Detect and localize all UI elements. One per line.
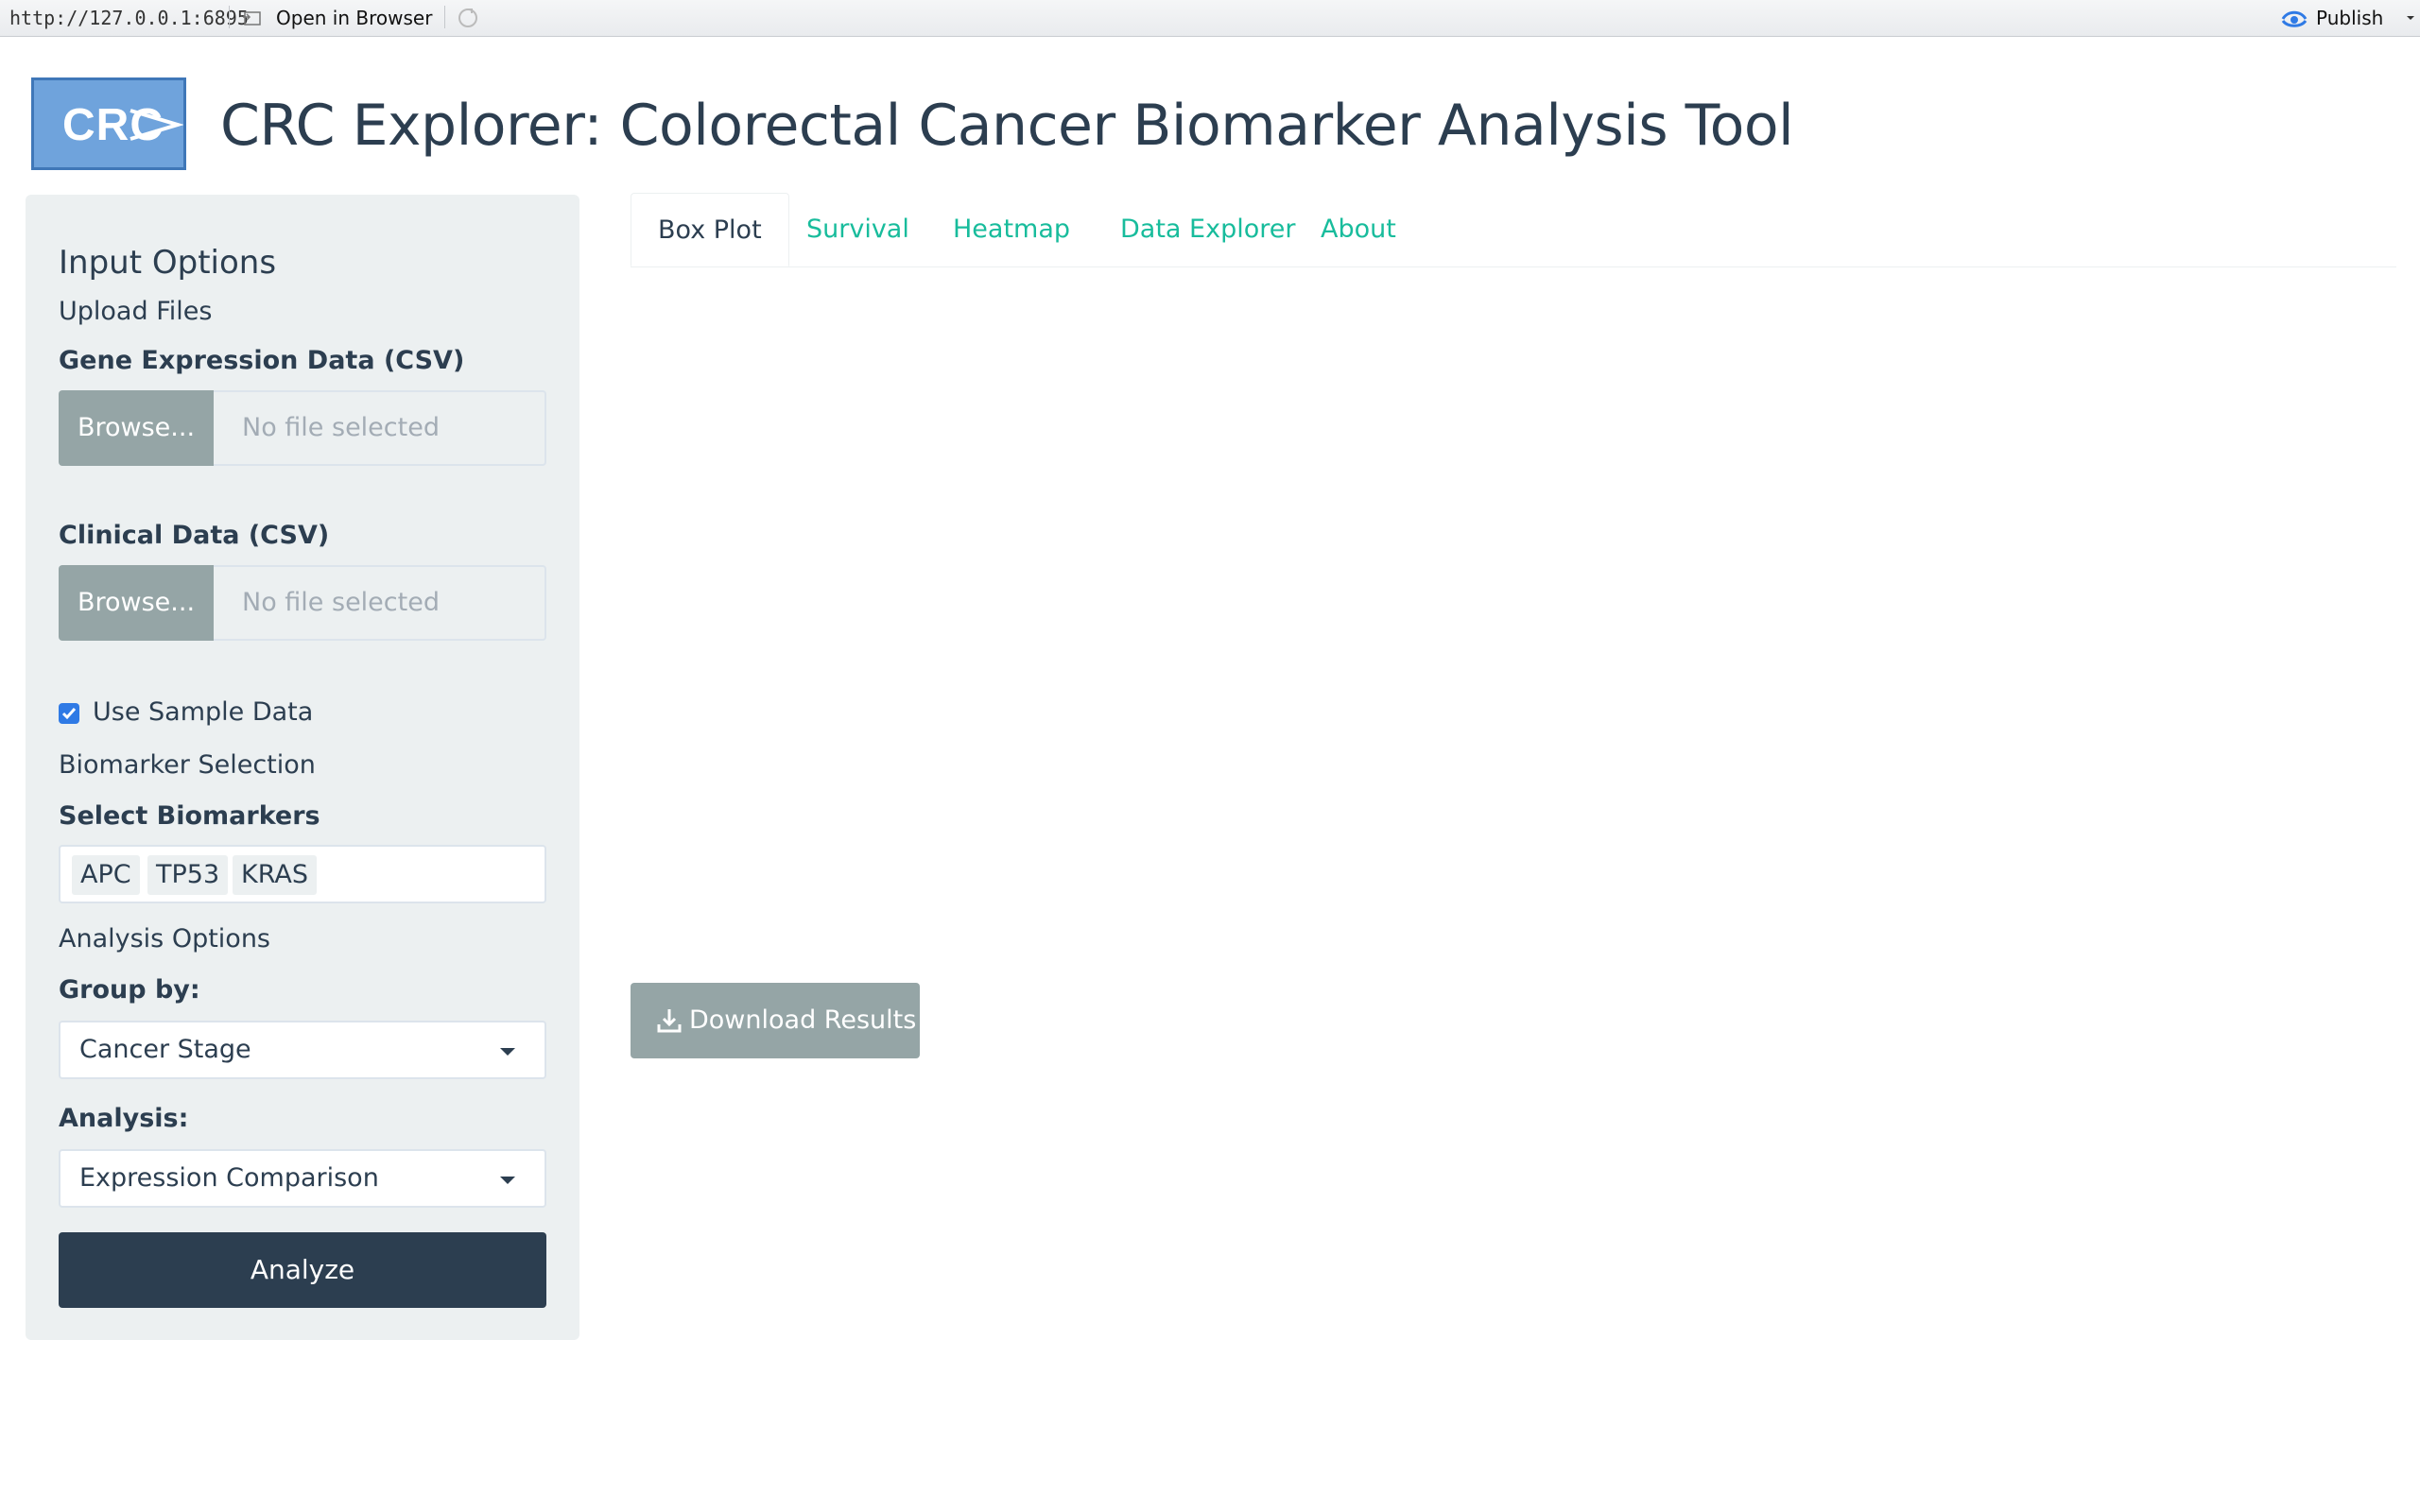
group-by-value: Cancer Stage (79, 1035, 251, 1064)
tab-box-plot[interactable]: Box Plot (631, 193, 789, 266)
biomarker-tag[interactable]: KRAS (233, 855, 317, 895)
publish-icon (2280, 8, 2308, 30)
open-in-browser-label: Open in Browser (276, 7, 433, 29)
tab-data-explorer[interactable]: Data Explorer (1094, 193, 1322, 266)
download-icon (657, 1007, 682, 1034)
gene-browse-button[interactable]: Browse... (59, 390, 214, 466)
analysis-value: Expression Comparison (79, 1163, 379, 1193)
clinical-file-name-field[interactable]: No file selected (214, 565, 546, 641)
publish-label: Publish (2316, 7, 2384, 29)
page-title: CRC Explorer: Colorectal Cancer Biomarke… (220, 93, 1794, 159)
tab-survival[interactable]: Survival (780, 193, 936, 266)
clinical-data-label: Clinical Data (CSV) (59, 521, 330, 550)
gene-expression-file-input: Browse... No file selected (59, 390, 546, 466)
analysis-label: Analysis: (59, 1104, 189, 1133)
group-by-label: Group by: (59, 975, 200, 1005)
biomarker-section-label: Biomarker Selection (59, 750, 316, 780)
clinical-browse-button[interactable]: Browse... (59, 565, 214, 641)
analyze-button[interactable]: Analyze (59, 1232, 546, 1308)
group-by-select[interactable]: Cancer Stage (59, 1021, 546, 1079)
viewer-url: http://127.0.0.1:6895 (9, 7, 249, 29)
chevron-down-icon (499, 1045, 516, 1057)
toolbar-divider (444, 6, 445, 28)
refresh-icon[interactable] (456, 6, 480, 30)
gene-expression-label: Gene Expression Data (CSV) (59, 346, 465, 375)
biomarker-tag[interactable]: TP53 (147, 855, 229, 895)
biomarker-multiselect[interactable]: APC TP53 KRAS (59, 845, 546, 903)
gene-file-name-field[interactable]: No file selected (214, 390, 546, 466)
sidebar-heading: Input Options (59, 244, 277, 282)
download-results-button[interactable]: Download Results (631, 983, 920, 1058)
chevron-down-icon (499, 1174, 516, 1185)
use-sample-data-checkbox[interactable] (59, 703, 79, 724)
clinical-data-file-input: Browse... No file selected (59, 565, 546, 641)
open-in-browser-icon (242, 9, 263, 27)
biomarker-tag[interactable]: APC (72, 855, 140, 895)
publish-dropdown-icon[interactable] (2403, 8, 2418, 26)
results-tabs: Box Plot Survival Heatmap Data Explorer … (631, 193, 2396, 267)
logo-arrow-icon (127, 101, 184, 148)
analysis-select[interactable]: Expression Comparison (59, 1149, 546, 1208)
use-sample-data-label: Use Sample Data (93, 697, 314, 727)
sidebar-panel: Input Options Upload Files Gene Expressi… (26, 195, 579, 1340)
upload-section-label: Upload Files (59, 297, 213, 326)
tab-about[interactable]: About (1294, 193, 1423, 266)
viewer-toolbar: http://127.0.0.1:6895 Open in Browser Pu… (0, 0, 2420, 37)
download-results-label: Download Results (689, 1005, 917, 1035)
toolbar-divider (229, 6, 230, 28)
analysis-section-label: Analysis Options (59, 924, 271, 954)
select-biomarkers-label: Select Biomarkers (59, 801, 320, 831)
app-logo: CRC (31, 77, 186, 170)
tab-heatmap[interactable]: Heatmap (926, 193, 1097, 266)
